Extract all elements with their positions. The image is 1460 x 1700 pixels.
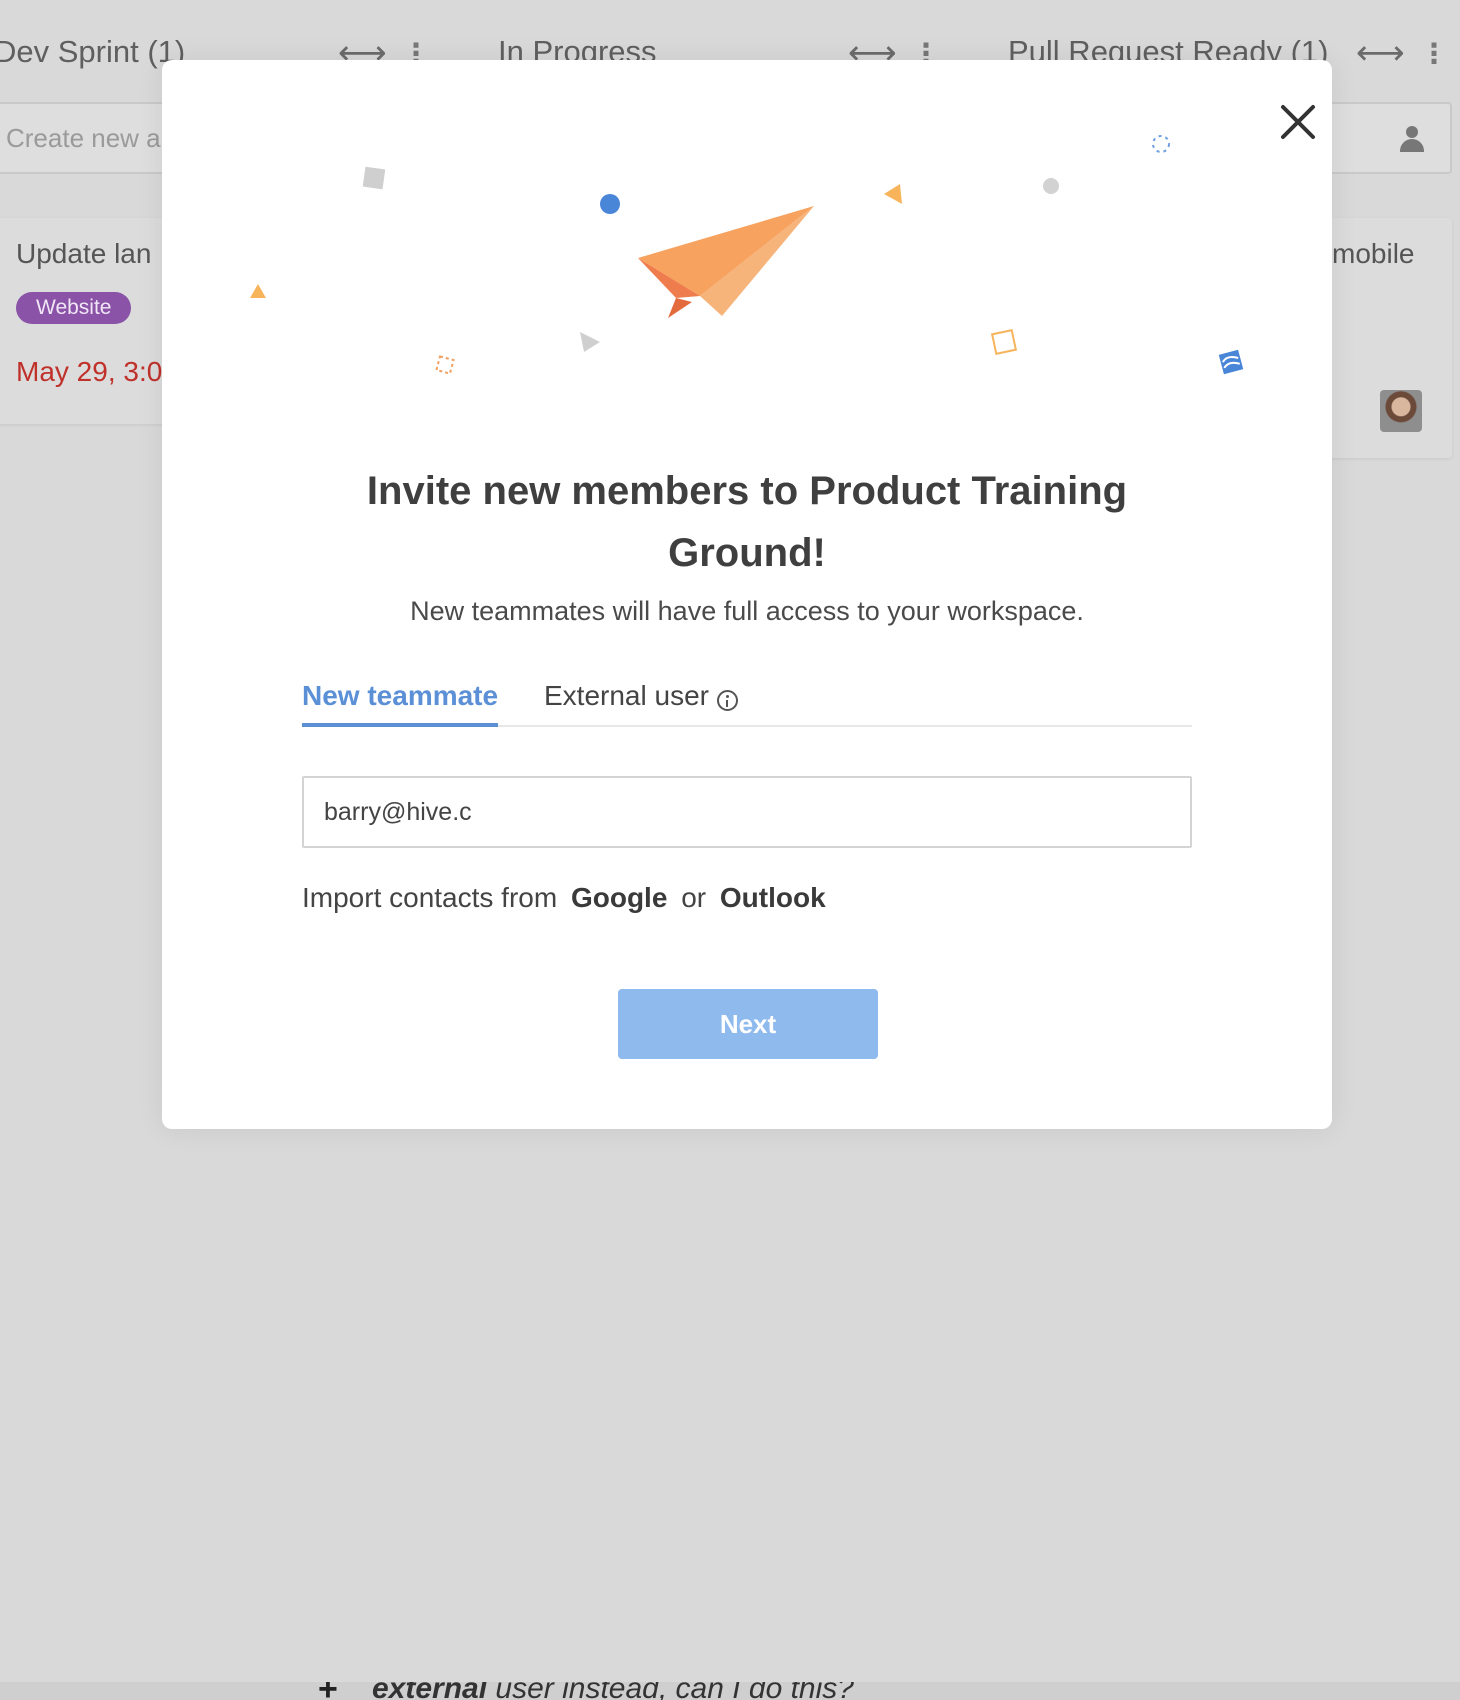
avatar (1380, 390, 1422, 432)
import-google-link[interactable]: Google (571, 882, 667, 913)
create-action-input-right[interactable] (1320, 102, 1452, 174)
email-input[interactable] (302, 776, 1192, 848)
label-tag: Website (16, 292, 132, 324)
due-date: May 29, 3:0 (16, 356, 163, 387)
confetti-ring (1152, 135, 1170, 153)
tab-label: External user (544, 680, 709, 711)
plus-icon[interactable]: + (318, 1682, 338, 1700)
next-button[interactable]: Next (618, 989, 878, 1059)
tab-new-teammate[interactable]: New teammate (302, 680, 499, 727)
tab-external-user[interactable]: External user (544, 680, 738, 727)
import-contacts-row: Import contacts from Google or Outlook (302, 882, 832, 914)
confetti-square (1218, 349, 1244, 375)
confetti-dot (600, 194, 620, 214)
modal-subtitle: New teammates will have full access to y… (410, 596, 1084, 626)
card-title: Update lan (16, 238, 152, 269)
hint-emphasis: external (372, 1682, 488, 1700)
confetti-triangle (250, 284, 266, 298)
confetti-dot (1043, 178, 1059, 194)
assignee-icon[interactable] (1400, 126, 1424, 152)
confetti-triangle (884, 184, 902, 204)
import-prefix: Import contacts from (302, 882, 558, 913)
import-outlook-link[interactable]: Outlook (720, 882, 826, 913)
bottom-hint-bar: + external user instead, can I do this? (0, 1682, 1460, 1700)
confetti-square (435, 355, 455, 375)
tab-label: New teammate (302, 680, 499, 711)
confetti-square (362, 166, 386, 190)
column-title: Dev Sprint (1) (0, 34, 186, 69)
create-action-placeholder: Create new a (6, 122, 161, 153)
card-title: mobile (1332, 238, 1415, 269)
column-resize-icon[interactable]: ⟷ (1356, 36, 1405, 70)
modal-title: Invite new members to Product Training G… (366, 469, 1128, 575)
paper-plane-icon (638, 206, 814, 318)
column-header-dev-sprint[interactable]: Dev Sprint (1) (0, 28, 185, 76)
confetti-square (990, 328, 1018, 356)
hint-rest: user instead, can I do this? (487, 1682, 854, 1700)
info-icon[interactable] (716, 690, 738, 711)
column-menu-icon[interactable]: ⋮ (1420, 40, 1448, 68)
invite-members-modal: Invite new members to Product Training G… (162, 60, 1332, 1129)
hint-text: external user instead, can I do this? (372, 1682, 854, 1700)
action-card[interactable]: mobile (1320, 218, 1452, 458)
invite-tabs: New teammate External user (302, 680, 1192, 727)
paper-plane-illustration (250, 135, 1244, 375)
import-or: or (681, 882, 707, 913)
confetti-triangle (580, 332, 600, 352)
